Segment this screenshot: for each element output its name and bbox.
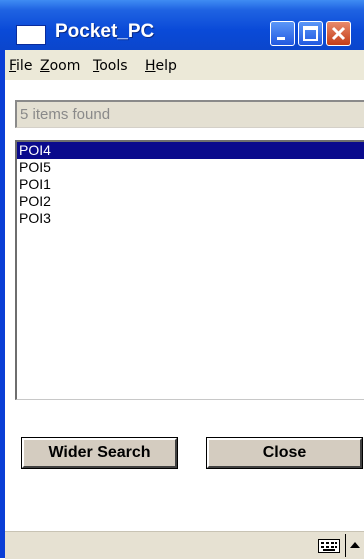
window-title: Pocket_PC xyxy=(55,21,155,42)
list-item[interactable]: POI2 xyxy=(17,193,364,210)
input-menu-arrow-icon[interactable] xyxy=(350,541,360,549)
menu-file[interactable]: File xyxy=(9,58,32,74)
minimize-button[interactable] xyxy=(270,21,295,46)
close-button[interactable]: Close xyxy=(206,437,363,469)
menu-tools[interactable]: Tools xyxy=(93,58,128,74)
app-window: Pocket_PC File Zoom Tools Help 5 items f… xyxy=(0,0,364,559)
menu-bar: File Zoom Tools Help xyxy=(5,50,364,80)
menu-zoom[interactable]: Zoom xyxy=(40,58,80,74)
close-window-button[interactable] xyxy=(326,21,351,46)
results-list[interactable]: POI4 POI5 POI1 POI2 POI3 xyxy=(15,140,364,400)
wider-search-button[interactable]: Wider Search xyxy=(21,437,178,469)
app-icon xyxy=(16,25,46,45)
maximize-icon xyxy=(303,26,318,41)
minimize-icon xyxy=(277,37,285,40)
content-panel: 5 items found POI4 POI5 POI1 POI2 POI3 W… xyxy=(5,80,364,531)
list-item[interactable]: POI1 xyxy=(17,176,364,193)
title-bar[interactable]: Pocket_PC xyxy=(0,0,364,50)
results-status-field: 5 items found xyxy=(15,100,364,128)
client-area: File Zoom Tools Help 5 items found POI4 … xyxy=(5,50,364,559)
maximize-button[interactable] xyxy=(298,21,323,46)
menu-help[interactable]: Help xyxy=(145,58,177,74)
list-item[interactable]: POI4 xyxy=(17,142,364,159)
list-item[interactable]: POI3 xyxy=(17,210,364,227)
close-icon xyxy=(331,26,346,41)
input-panel-bar xyxy=(5,531,364,559)
list-item[interactable]: POI5 xyxy=(17,159,364,176)
keyboard-icon[interactable] xyxy=(318,539,340,553)
divider xyxy=(345,534,346,557)
